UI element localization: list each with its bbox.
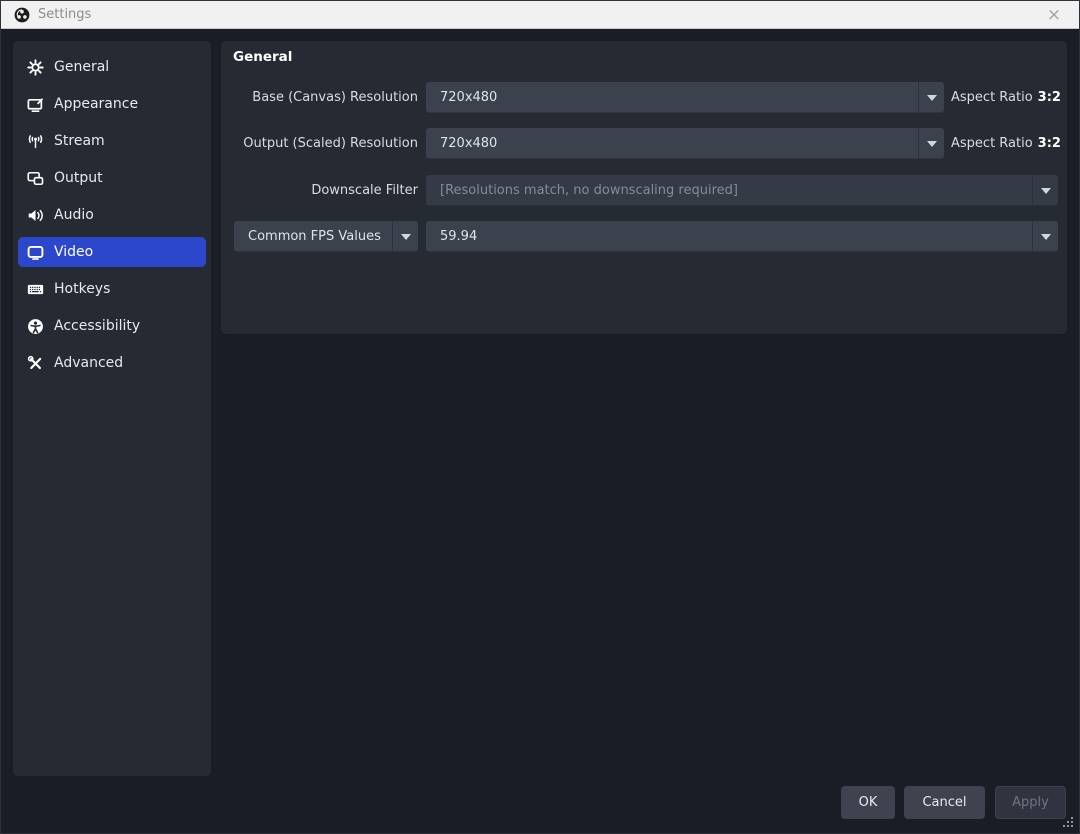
titlebar[interactable]: Settings × (1, 1, 1079, 29)
sidebar-item-output[interactable]: Output (18, 163, 206, 193)
appearance-icon (27, 96, 44, 113)
sidebar-item-label: Accessibility (54, 318, 141, 334)
chevron-down-icon (1032, 175, 1058, 206)
output-resolution-select[interactable]: 720x480 (426, 128, 944, 159)
gear-icon (27, 58, 44, 76)
video-settings-panel: General Base (Canvas) Resolution 720x480… (221, 41, 1067, 334)
apply-button: Apply (995, 786, 1066, 819)
chevron-down-icon (392, 221, 418, 252)
ok-button[interactable]: OK (841, 786, 895, 819)
resize-grip[interactable] (1063, 817, 1075, 829)
base-resolution-select[interactable]: 720x480 (426, 82, 944, 113)
sidebar-item-general[interactable]: General (18, 52, 206, 82)
base-resolution-label: Base (Canvas) Resolution (252, 90, 418, 105)
downscale-filter-label: Downscale Filter (311, 183, 418, 198)
sidebar-item-audio[interactable]: Audio (18, 200, 206, 230)
window-title: Settings (38, 7, 92, 22)
base-aspect-ratio-text: Aspect Ratio 3:2 (951, 90, 1061, 105)
close-button[interactable]: × (1037, 1, 1071, 29)
fps-value-select[interactable]: 59.94 (426, 221, 1058, 252)
fps-type-value: Common FPS Values (248, 229, 381, 244)
sidebar-item-stream[interactable]: Stream (18, 126, 206, 156)
sidebar-item-appearance[interactable]: Appearance (18, 89, 206, 119)
screens-icon (27, 170, 44, 187)
aspect-ratio-value: 3:2 (1037, 136, 1061, 151)
sidebar-item-label: Advanced (54, 355, 124, 371)
downscale-filter-value: [Resolutions match, no downscaling requi… (440, 183, 738, 198)
chevron-down-icon (1032, 221, 1058, 252)
settings-sidebar: General Appearance Stream Output Audio V… (13, 41, 211, 776)
speaker-icon (27, 207, 44, 224)
keyboard-icon (27, 281, 44, 298)
settings-window: Settings × General Appearance Stream Out… (0, 0, 1080, 834)
tools-icon (27, 355, 44, 372)
accessibility-icon (27, 318, 44, 335)
sidebar-item-label: Output (54, 170, 103, 186)
sidebar-item-advanced[interactable]: Advanced (18, 348, 206, 378)
chevron-down-icon (918, 128, 944, 159)
fps-value: 59.94 (440, 229, 478, 244)
sidebar-item-video[interactable]: Video (18, 237, 206, 267)
close-icon: × (1046, 5, 1062, 25)
output-aspect-ratio-text: Aspect Ratio 3:2 (951, 136, 1061, 151)
sidebar-item-label: Audio (54, 207, 94, 223)
base-resolution-value: 720x480 (440, 90, 498, 105)
cancel-button[interactable]: Cancel (904, 786, 985, 819)
sidebar-item-label: General (54, 59, 110, 75)
fps-type-select[interactable]: Common FPS Values (234, 221, 418, 252)
sidebar-item-label: Appearance (54, 96, 139, 112)
chevron-down-icon (918, 82, 944, 113)
obs-logo-icon (14, 7, 30, 23)
monitor-icon (27, 244, 44, 261)
sidebar-item-hotkeys[interactable]: Hotkeys (18, 274, 206, 304)
output-resolution-label: Output (Scaled) Resolution (243, 136, 418, 151)
output-resolution-value: 720x480 (440, 136, 498, 151)
section-title: General (233, 49, 293, 65)
sidebar-item-label: Stream (54, 133, 105, 149)
sidebar-item-label: Video (54, 244, 94, 260)
sidebar-item-accessibility[interactable]: Accessibility (18, 311, 206, 341)
broadcast-icon (27, 133, 44, 150)
aspect-ratio-value: 3:2 (1037, 90, 1061, 105)
sidebar-item-label: Hotkeys (54, 281, 111, 297)
downscale-filter-select: [Resolutions match, no downscaling requi… (426, 175, 1058, 206)
